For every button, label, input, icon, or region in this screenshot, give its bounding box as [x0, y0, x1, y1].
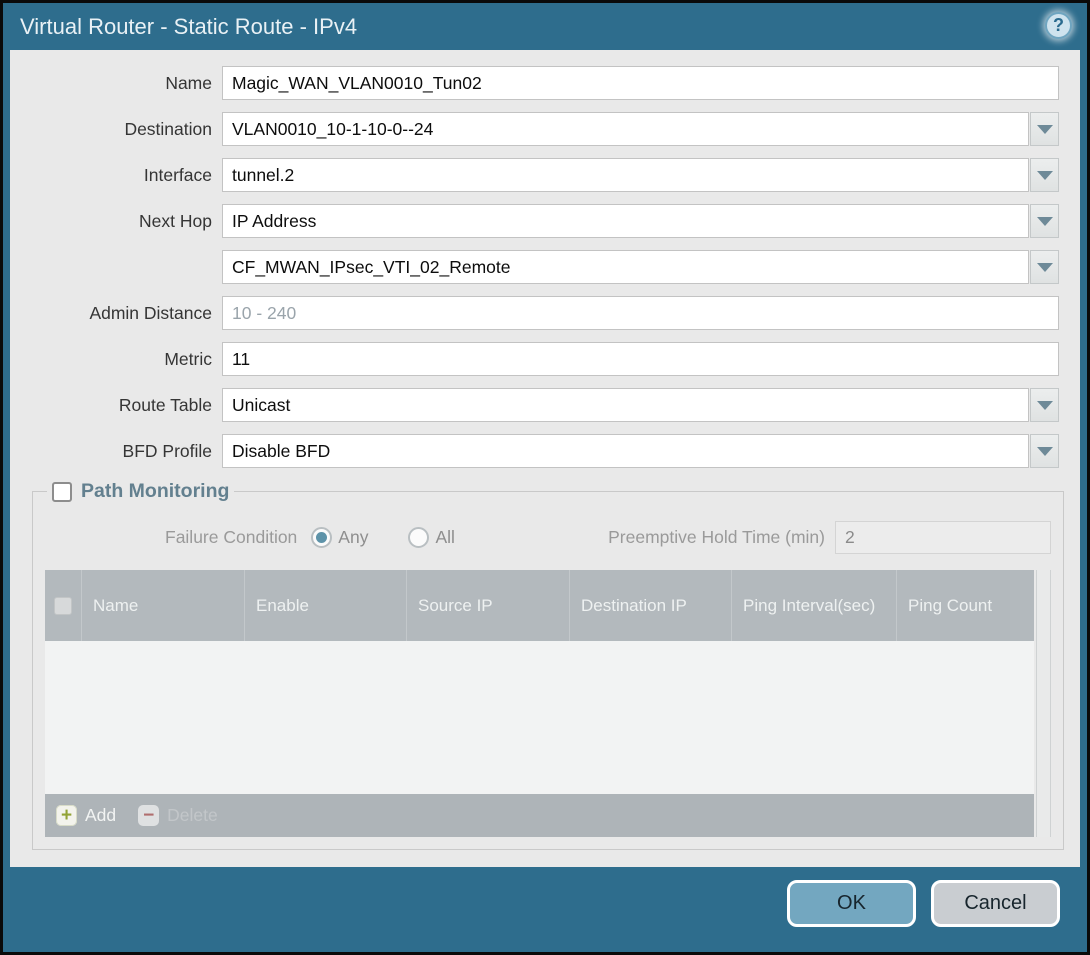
- form-row-route-table: Route Table: [10, 388, 1059, 422]
- chevron-down-icon: [1037, 171, 1053, 180]
- path-monitoring-checkbox[interactable]: [52, 482, 72, 502]
- admin-distance-input[interactable]: [222, 296, 1059, 330]
- next-hop-type-dropdown-button[interactable]: [1030, 204, 1059, 238]
- metric-label: Metric: [10, 349, 222, 370]
- table-header-name[interactable]: Name: [82, 570, 245, 641]
- bfd-profile-label: BFD Profile: [10, 441, 222, 462]
- minus-icon: −: [138, 805, 159, 826]
- table-header-select: [45, 570, 82, 641]
- form-row-next-hop-address: [10, 250, 1059, 284]
- form-row-name: Name: [10, 66, 1059, 100]
- failure-condition-option-any-label: Any: [338, 527, 368, 548]
- failure-condition-option-all-label: All: [435, 527, 454, 548]
- cancel-button[interactable]: Cancel: [931, 880, 1060, 927]
- ok-button[interactable]: OK: [787, 880, 916, 927]
- form-row-interface: Interface: [10, 158, 1059, 192]
- destination-label: Destination: [10, 119, 222, 140]
- form-row-destination: Destination: [10, 112, 1059, 146]
- preemptive-hold-input[interactable]: [835, 521, 1051, 554]
- form-row-metric: Metric: [10, 342, 1059, 376]
- static-route-dialog: Virtual Router - Static Route - IPv4 ? N…: [0, 0, 1090, 955]
- chevron-down-icon: [1037, 217, 1053, 226]
- next-hop-type-input[interactable]: [222, 204, 1029, 238]
- dialog-body: Name Destination Interface: [10, 50, 1080, 867]
- table-body-empty: [45, 641, 1034, 794]
- plus-icon: +: [56, 805, 77, 826]
- chevron-down-icon: [1037, 263, 1053, 272]
- interface-dropdown-button[interactable]: [1030, 158, 1059, 192]
- table-header-ping-count[interactable]: Ping Count: [897, 570, 1034, 641]
- name-input[interactable]: [222, 66, 1059, 100]
- route-table-dropdown-button[interactable]: [1030, 388, 1059, 422]
- delete-button-label: Delete: [167, 805, 218, 826]
- route-table-label: Route Table: [10, 395, 222, 416]
- dialog-title: Virtual Router - Static Route - IPv4: [20, 14, 357, 40]
- interface-label: Interface: [10, 165, 222, 186]
- path-monitoring-controls: Failure Condition Any All Preemptive Hol…: [45, 521, 1051, 554]
- next-hop-address-input[interactable]: [222, 250, 1029, 284]
- next-hop-label: Next Hop: [10, 211, 222, 232]
- path-monitoring-section: Path Monitoring Failure Condition Any Al…: [32, 480, 1064, 850]
- next-hop-address-dropdown-button[interactable]: [1030, 250, 1059, 284]
- help-icon[interactable]: ?: [1045, 12, 1072, 39]
- chevron-down-icon: [1037, 401, 1053, 410]
- table-scrollbar[interactable]: [1036, 570, 1051, 837]
- chevron-down-icon: [1037, 125, 1053, 134]
- table-header-destination-ip[interactable]: Destination IP: [570, 570, 732, 641]
- failure-condition-label: Failure Condition: [165, 527, 297, 548]
- destination-dropdown-button[interactable]: [1030, 112, 1059, 146]
- path-monitoring-table: Name Enable Source IP Destination IP Pin…: [45, 570, 1034, 837]
- table-select-all-checkbox[interactable]: [54, 597, 72, 615]
- table-header-source-ip[interactable]: Source IP: [407, 570, 570, 641]
- table-toolbar: + Add − Delete: [45, 794, 1034, 837]
- add-button[interactable]: + Add: [56, 805, 116, 826]
- bfd-profile-dropdown-button[interactable]: [1030, 434, 1059, 468]
- table-header-ping-interval[interactable]: Ping Interval(sec): [732, 570, 897, 641]
- path-monitoring-tablewrap: Name Enable Source IP Destination IP Pin…: [45, 570, 1051, 837]
- failure-condition-radio-all[interactable]: [408, 527, 429, 548]
- failure-condition-radio-any[interactable]: [311, 527, 332, 548]
- metric-input[interactable]: [222, 342, 1059, 376]
- path-monitoring-title: Path Monitoring: [81, 480, 229, 503]
- bfd-profile-input[interactable]: [222, 434, 1029, 468]
- add-button-label: Add: [85, 805, 116, 826]
- chevron-down-icon: [1037, 447, 1053, 456]
- destination-input[interactable]: [222, 112, 1029, 146]
- form-row-next-hop: Next Hop: [10, 204, 1059, 238]
- form-row-admin-distance: Admin Distance: [10, 296, 1059, 330]
- route-table-input[interactable]: [222, 388, 1029, 422]
- form-row-bfd-profile: BFD Profile: [10, 434, 1059, 468]
- interface-input[interactable]: [222, 158, 1029, 192]
- name-label: Name: [10, 73, 222, 94]
- preemptive-hold-label: Preemptive Hold Time (min): [608, 527, 825, 548]
- delete-button[interactable]: − Delete: [138, 805, 218, 826]
- dialog-titlebar: Virtual Router - Static Route - IPv4 ?: [3, 3, 1087, 50]
- dialog-footer: OK Cancel: [3, 867, 1087, 952]
- table-header-row: Name Enable Source IP Destination IP Pin…: [45, 570, 1034, 641]
- table-header-enable[interactable]: Enable: [245, 570, 407, 641]
- admin-distance-label: Admin Distance: [10, 303, 222, 324]
- path-monitoring-legend: Path Monitoring: [47, 480, 234, 503]
